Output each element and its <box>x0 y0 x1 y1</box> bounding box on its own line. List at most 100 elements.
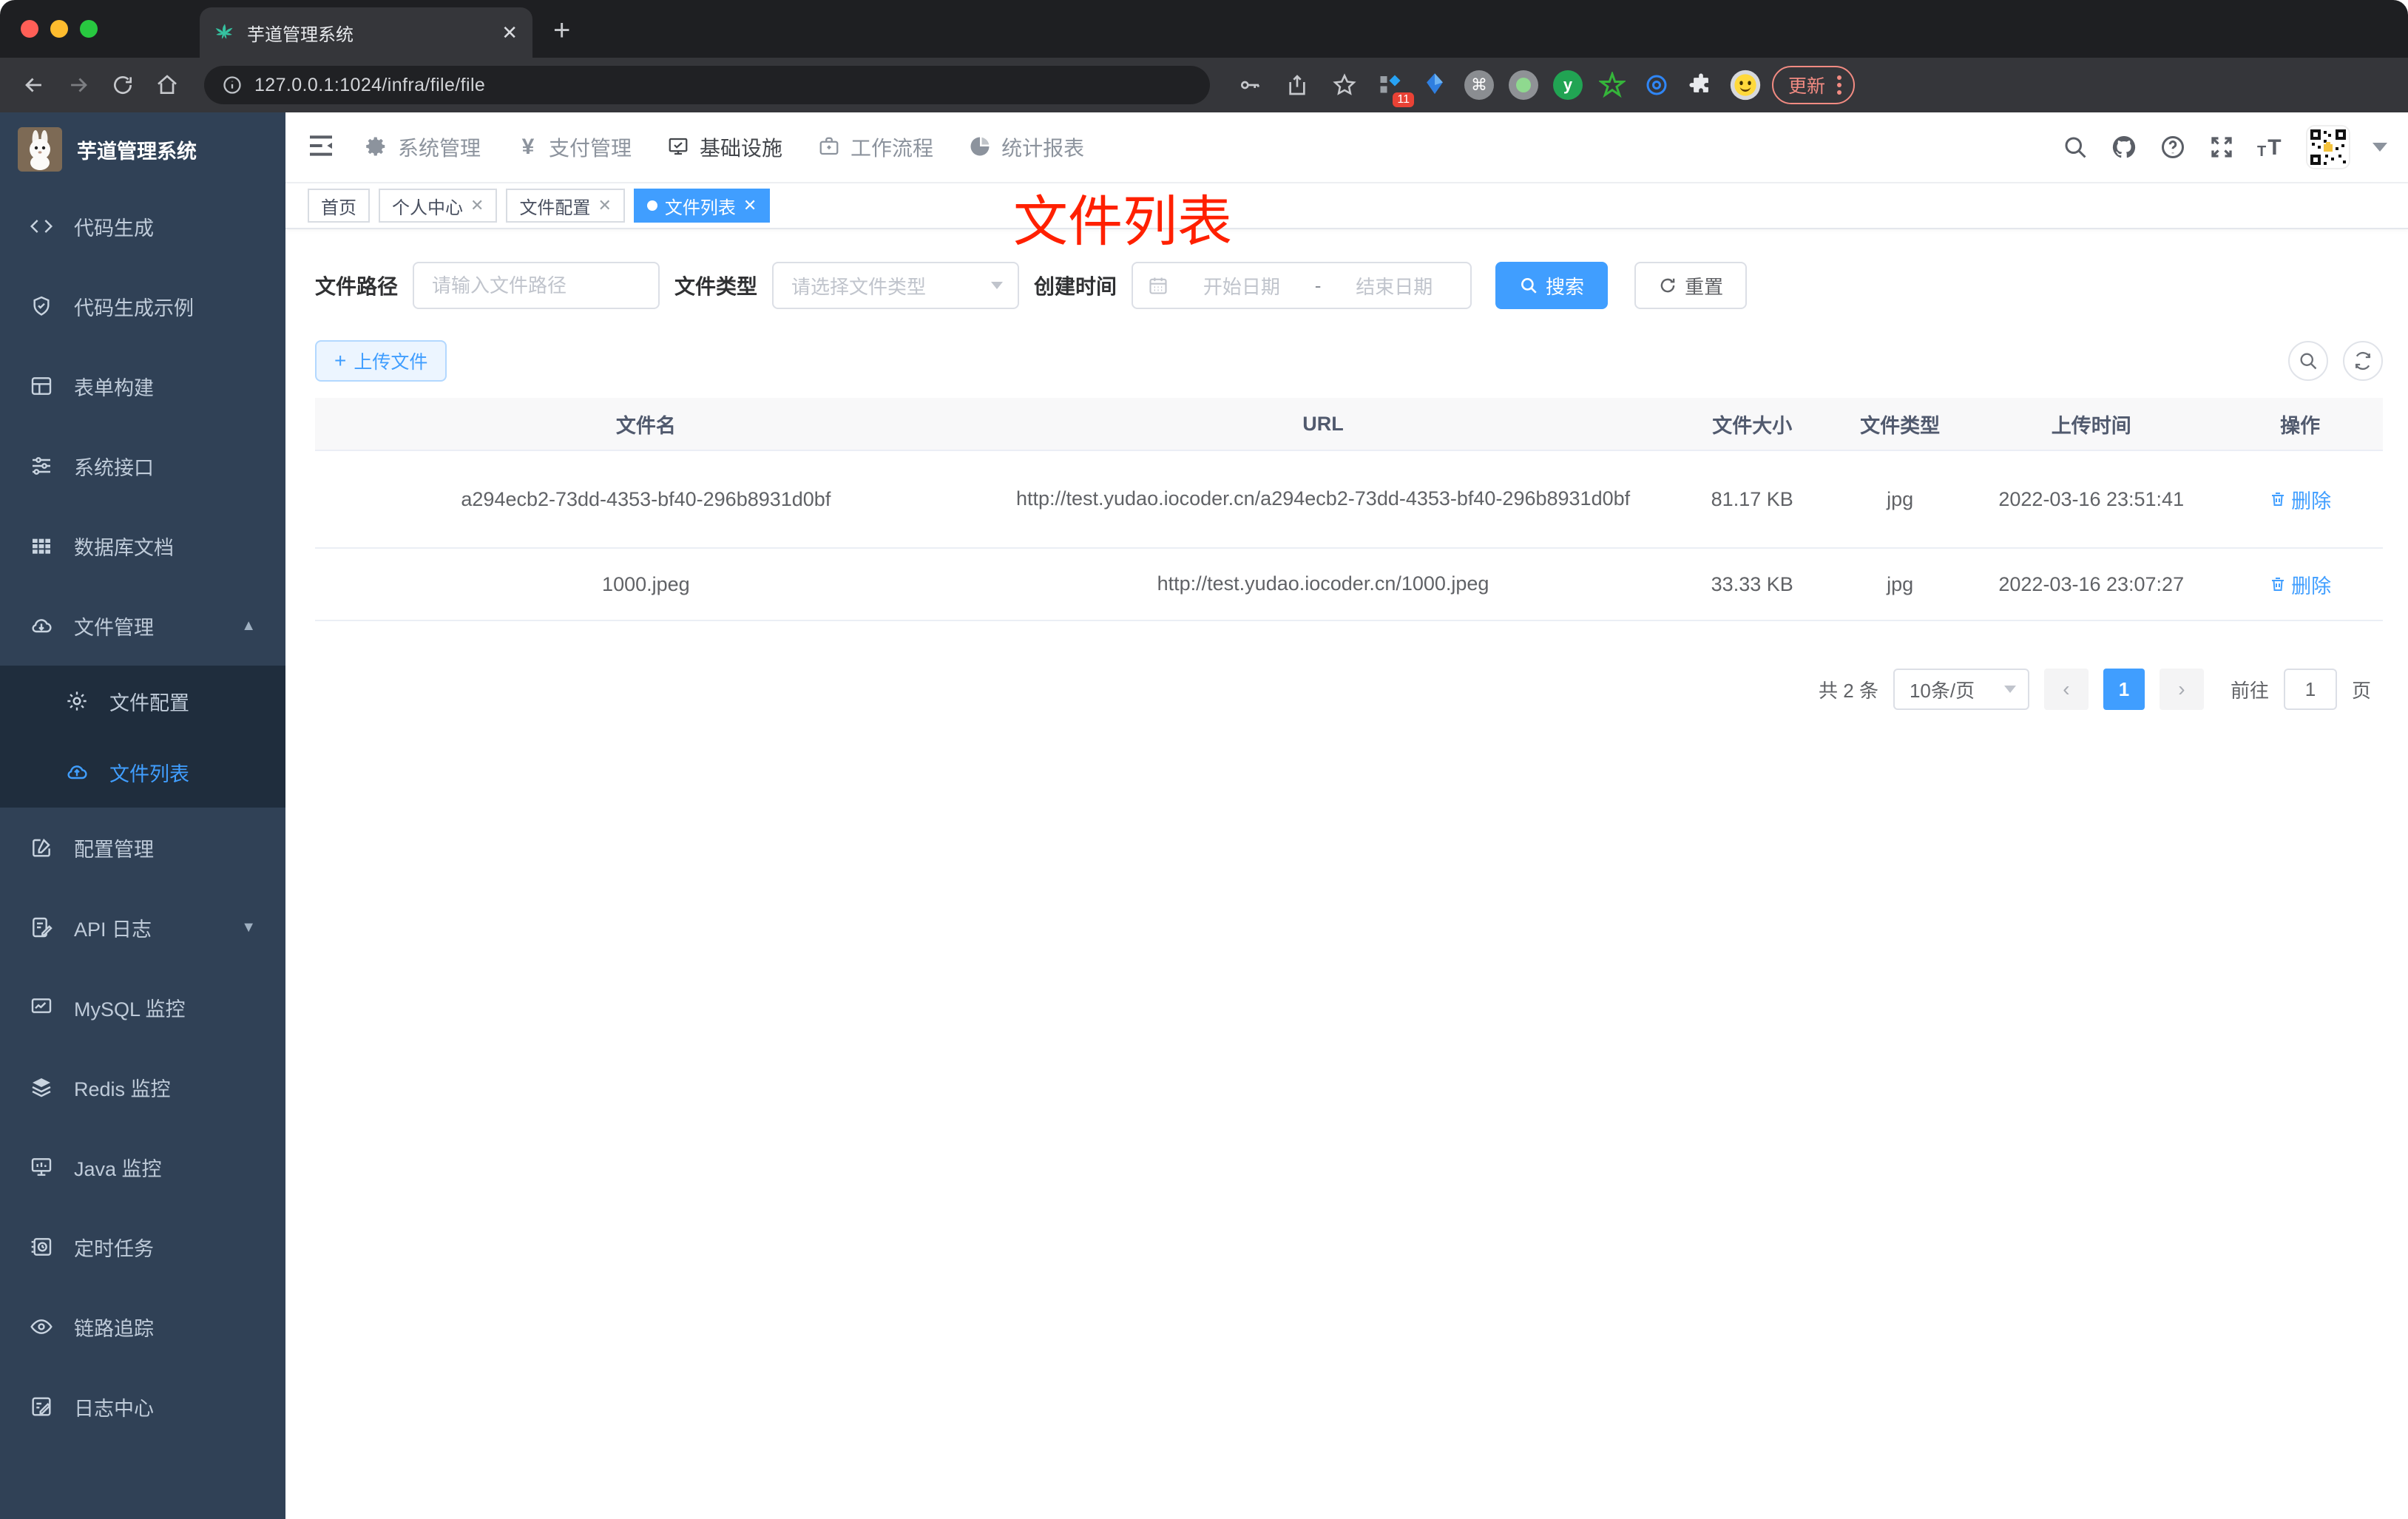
tag-close-icon[interactable]: ✕ <box>598 196 611 215</box>
top-nav-reports[interactable]: 统计报表 <box>969 132 1084 162</box>
top-nav-label: 系统管理 <box>398 137 481 160</box>
extension-eye-icon[interactable] <box>1639 67 1674 103</box>
sidebar-fold-icon[interactable] <box>306 131 339 163</box>
file-type-select[interactable]: 请选择文件类型 <box>772 262 1020 309</box>
tag-file-config[interactable]: 文件配置 ✕ <box>506 189 625 223</box>
avatar-caret-icon[interactable] <box>2373 143 2387 152</box>
url-bar[interactable]: 127.0.0.1:1024/infra/file/file <box>204 66 1210 104</box>
sidebar-item-file-config[interactable]: 文件配置 <box>0 666 285 737</box>
sidebar-item-label: MySQL 监控 <box>74 998 186 1021</box>
window-controls[interactable] <box>0 0 118 58</box>
browser-update-button[interactable]: 更新 <box>1772 66 1856 104</box>
table-header-row: 文件名 URL 文件大小 文件类型 上传时间 操作 <box>315 398 2383 451</box>
delete-label: 删除 <box>2291 490 2332 512</box>
password-key-icon[interactable] <box>1231 66 1269 104</box>
table-row[interactable]: 1000.jpeg http://test.yudao.iocoder.cn/1… <box>315 549 2383 620</box>
profile-avatar-emoji[interactable] <box>1728 67 1763 103</box>
sidebar-item-scheduled-tasks[interactable]: 定时任务 <box>0 1207 285 1287</box>
next-page-button[interactable]: › <box>2159 669 2204 710</box>
sidebar-item-code-gen-example[interactable]: 代码生成示例 <box>0 266 285 346</box>
top-nav-infra[interactable]: 基础设施 <box>667 132 782 162</box>
page-size-select[interactable]: 10条/页 <box>1893 669 2029 710</box>
app-shell: 芋道管理系统 代码生成 代码生成示例 表单构建 系统接口 数据库文档 文件管理 … <box>0 112 2408 1519</box>
file-table: 文件名 URL 文件大小 文件类型 上传时间 操作 a294ecb2-73dd-… <box>315 398 2383 621</box>
col-header-time: 上传时间 <box>2051 414 2131 437</box>
browser-tabstrip: 芋道管理系统 ✕ + <box>0 0 2408 58</box>
sidebar-item-config-management[interactable]: 配置管理 <box>0 808 285 887</box>
browser-toolbar: 127.0.0.1:1024/infra/file/file 11 ⌘ y 更新 <box>0 58 2408 112</box>
upload-file-button[interactable]: + 上传文件 <box>315 340 447 382</box>
fullscreen-icon[interactable] <box>2208 134 2235 160</box>
sidebar-item-code-gen[interactable]: 代码生成 <box>0 186 285 266</box>
extension-kite-icon[interactable] <box>1417 67 1452 103</box>
tab-close-icon[interactable]: ✕ <box>501 21 518 44</box>
sidebar-item-api-log[interactable]: API 日志 ▼ <box>0 887 285 967</box>
help-icon[interactable] <box>2160 134 2186 160</box>
sidebar-item-system-api[interactable]: 系统接口 <box>0 426 285 506</box>
reset-button[interactable]: 重置 <box>1634 262 1748 309</box>
sidebar-item-db-doc[interactable]: 数据库文档 <box>0 506 285 586</box>
tag-file-list[interactable]: 文件列表 ✕ <box>633 189 771 223</box>
update-label: 更新 <box>1788 76 1826 97</box>
page-number-current[interactable]: 1 <box>2103 669 2145 710</box>
search-icon[interactable] <box>2062 134 2089 160</box>
show-search-icon-button[interactable] <box>2288 341 2328 381</box>
main-area: 文件列表 系统管理 ¥ 支付管理 基础设施 工作流程 统计报表 T T 首页 个… <box>285 112 2408 1519</box>
tag-close-icon[interactable]: ✕ <box>743 196 757 215</box>
back-icon[interactable] <box>15 66 53 104</box>
log-edit-icon <box>30 1395 53 1418</box>
github-icon[interactable] <box>2111 134 2137 160</box>
search-button[interactable]: 搜索 <box>1495 262 1609 309</box>
site-info-icon[interactable] <box>222 75 243 95</box>
app-title: 芋道管理系统 <box>77 140 197 163</box>
sidebar-item-java-monitor[interactable]: Java 监控 <box>0 1127 285 1207</box>
tag-profile[interactable]: 个人中心 ✕ <box>379 189 498 223</box>
sidebar-item-redis-monitor[interactable]: Redis 监控 <box>0 1047 285 1127</box>
sidebar-item-file-list[interactable]: 文件列表 <box>0 737 285 808</box>
tag-close-icon[interactable]: ✕ <box>470 196 484 215</box>
top-nav-payment[interactable]: ¥ 支付管理 <box>516 132 632 162</box>
new-tab-button[interactable]: + <box>553 14 570 47</box>
extension-command-icon[interactable]: ⌘ <box>1461 67 1497 103</box>
extension-y-icon[interactable]: y <box>1550 67 1586 103</box>
sidebar-item-tracing[interactable]: 链路追踪 <box>0 1287 285 1367</box>
reload-icon[interactable] <box>104 66 142 104</box>
filter-form: 文件路径 文件类型 请选择文件类型 创建时间 开始日期 - 结束日期 <box>315 262 2383 309</box>
browser-menu-icon[interactable] <box>1837 75 1842 95</box>
file-path-input[interactable] <box>414 274 659 297</box>
avatar-qr-code[interactable] <box>2306 125 2350 169</box>
sidebar-item-mysql-monitor[interactable]: MySQL 监控 <box>0 967 285 1047</box>
app-logo-row[interactable]: 芋道管理系统 <box>0 112 285 186</box>
font-size-icon[interactable]: TT <box>2257 134 2284 160</box>
home-icon[interactable] <box>148 66 186 104</box>
calendar-icon <box>1148 275 1169 296</box>
extensions-puzzle-icon[interactable] <box>1683 67 1719 103</box>
top-nav-workflow[interactable]: 工作流程 <box>818 132 933 162</box>
tag-home[interactable]: 首页 <box>308 189 370 223</box>
delete-button[interactable]: 删除 <box>2269 570 2331 599</box>
extension-green-dot-icon[interactable] <box>1506 67 1541 103</box>
code-icon <box>30 214 53 238</box>
goto-page-input[interactable] <box>2283 669 2337 710</box>
sidebar-item-label: 代码生成示例 <box>74 297 194 319</box>
share-icon[interactable] <box>1278 66 1316 104</box>
delete-button[interactable]: 删除 <box>2269 485 2331 514</box>
browser-tab[interactable]: 芋道管理系统 ✕ <box>200 7 532 58</box>
date-range-picker[interactable]: 开始日期 - 结束日期 <box>1132 262 1472 309</box>
sidebar-item-file-management[interactable]: 文件管理 ▲ <box>0 586 285 666</box>
bookmark-star-icon[interactable] <box>1325 66 1364 104</box>
sidebar-item-form-builder[interactable]: 表单构建 <box>0 346 285 426</box>
date-separator: - <box>1314 274 1322 297</box>
extension-star-icon[interactable] <box>1594 67 1630 103</box>
api-log-icon <box>30 916 53 939</box>
table-row[interactable]: a294ecb2-73dd-4353-bf40-296b8931d0bf htt… <box>315 451 2383 549</box>
refresh-table-button[interactable] <box>2343 341 2383 381</box>
minimize-window-button[interactable] <box>50 20 68 38</box>
close-window-button[interactable] <box>21 20 38 38</box>
top-nav-system[interactable]: 系统管理 <box>365 132 481 162</box>
sidebar-item-log-center[interactable]: 日志中心 <box>0 1367 285 1447</box>
extension-grid-icon[interactable]: 11 <box>1373 67 1414 107</box>
forward-icon[interactable] <box>59 66 98 104</box>
maximize-window-button[interactable] <box>80 20 98 38</box>
prev-page-button[interactable]: ‹ <box>2043 669 2089 710</box>
